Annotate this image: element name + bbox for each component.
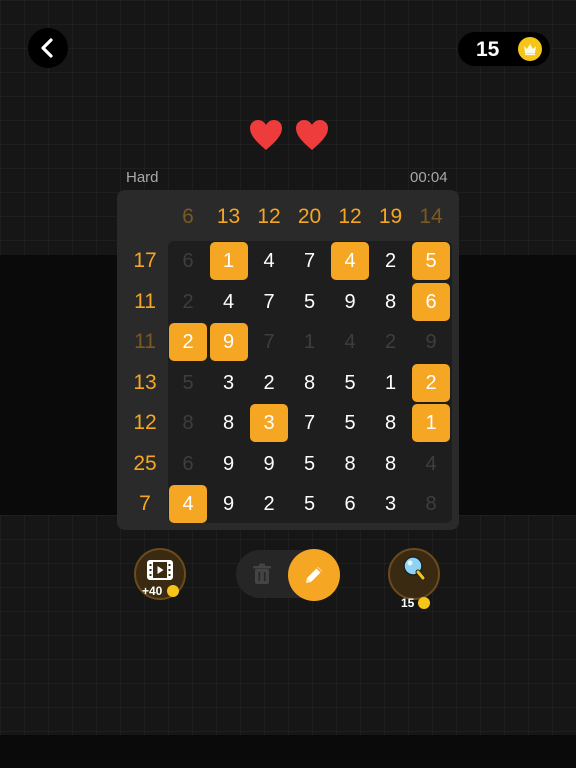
grid-cell[interactable]: 1 — [371, 363, 411, 403]
pencil-button[interactable] — [288, 549, 340, 601]
hint-cost-label: 15 — [401, 596, 415, 610]
column-sum: 20 — [297, 205, 322, 228]
grid-cell[interactable]: 8 — [209, 403, 249, 443]
grid-cell[interactable]: 6 — [330, 484, 370, 524]
column-sum: 19 — [378, 205, 403, 228]
grid-cell[interactable]: 9 — [209, 484, 249, 524]
lightbulb-icon — [403, 556, 426, 581]
chevron-left-icon — [41, 38, 53, 58]
column-sum: 14 — [419, 205, 443, 228]
column-sum: 6 — [182, 205, 194, 228]
grid-cell[interactable]: 9 — [411, 322, 451, 362]
coin-icon — [167, 585, 179, 597]
grid-cell[interactable]: 9 — [209, 444, 249, 484]
grid-cell[interactable]: 2 — [249, 363, 289, 403]
grid-cell[interactable]: 6 — [168, 444, 208, 484]
column-sum: 13 — [216, 205, 241, 228]
timer: 00:04 — [410, 169, 448, 186]
grid-cell[interactable]: 7 — [290, 403, 330, 443]
row-sum: 12 — [133, 411, 157, 434]
grid-cell[interactable]: 6 — [412, 282, 450, 321]
pencil-icon — [306, 567, 322, 583]
grid-cell[interactable]: 3 — [371, 484, 411, 524]
grid-cell[interactable]: 7 — [290, 241, 330, 281]
row-sum: 7 — [139, 492, 151, 515]
grid-cell[interactable]: 7 — [249, 322, 289, 362]
mode-toggle[interactable] — [236, 549, 340, 601]
grid-cell[interactable]: 5 — [290, 484, 330, 524]
row-sum: 25 — [133, 451, 157, 475]
trash-icon[interactable] — [250, 562, 274, 586]
grid-cell[interactable]: 3 — [209, 363, 249, 403]
coin-balance: 15 — [458, 32, 550, 66]
grid-cell[interactable]: 8 — [330, 444, 370, 484]
grid-cell[interactable]: 2 — [168, 282, 208, 322]
hint-button[interactable]: 15 — [388, 548, 440, 610]
grid-cell[interactable]: 9 — [330, 282, 370, 322]
grid-cell[interactable]: 5 — [290, 444, 330, 484]
grid-cell[interactable]: 4 — [411, 444, 451, 484]
grid-cell[interactable]: 5 — [330, 363, 370, 403]
lives — [248, 118, 330, 154]
bottom-background — [0, 515, 576, 735]
grid-cell[interactable]: 4 — [331, 242, 369, 280]
grid-cell[interactable]: 5 — [330, 403, 370, 443]
row-sum: 11 — [134, 289, 156, 313]
grid-cell[interactable]: 1 — [209, 242, 248, 280]
grid-cell[interactable]: 5 — [168, 363, 208, 403]
row-sum: 11 — [134, 330, 156, 353]
grid-cell[interactable]: 5 — [412, 242, 450, 280]
grid-cell[interactable]: 8 — [168, 403, 208, 443]
grid-cell[interactable]: 9 — [249, 444, 289, 484]
grid-cell[interactable]: 8 — [371, 403, 411, 443]
video-reward-label: +40 — [142, 584, 163, 598]
row-sum: 13 — [133, 370, 157, 394]
back-button[interactable] — [28, 28, 68, 68]
grid-cell[interactable]: 2 — [412, 363, 450, 402]
column-sum: 12 — [338, 205, 362, 228]
grid-cell[interactable]: 6 — [168, 241, 208, 281]
column-sum: 12 — [257, 205, 281, 228]
grid-cell[interactable]: 4 — [209, 282, 249, 322]
grid-cell[interactable]: 7 — [249, 282, 289, 322]
coin-count: 15 — [476, 38, 500, 61]
grid-cell[interactable]: 4 — [169, 485, 207, 523]
grid-cell[interactable]: 8 — [371, 444, 411, 484]
crown-coin-icon — [518, 37, 542, 61]
grid-cell[interactable]: 8 — [371, 282, 411, 322]
grid-cell[interactable]: 1 — [412, 404, 450, 442]
grid-cell[interactable]: 2 — [249, 484, 289, 524]
grid-cell[interactable]: 2 — [371, 241, 411, 281]
grid-cell[interactable]: 4 — [330, 322, 370, 362]
grid-cell[interactable]: 8 — [290, 363, 330, 403]
heart-icon — [250, 120, 282, 150]
grid-cell[interactable]: 4 — [249, 241, 289, 281]
coin-icon — [418, 597, 430, 609]
grid-cell[interactable]: 8 — [411, 484, 451, 524]
grid-cell[interactable]: 5 — [290, 282, 330, 322]
film-play-icon — [147, 560, 173, 580]
grid-cell[interactable]: 9 — [209, 323, 248, 361]
grid-cell[interactable]: 2 — [169, 323, 207, 361]
grid-cell[interactable]: 3 — [250, 404, 288, 442]
grid-cell[interactable]: 1 — [290, 322, 330, 362]
heart-icon — [296, 120, 328, 150]
watch-video-button[interactable]: +40 — [134, 548, 186, 600]
row-sum: 17 — [133, 249, 157, 272]
difficulty-label: Hard — [126, 169, 159, 186]
grid-cell[interactable]: 2 — [371, 322, 411, 362]
